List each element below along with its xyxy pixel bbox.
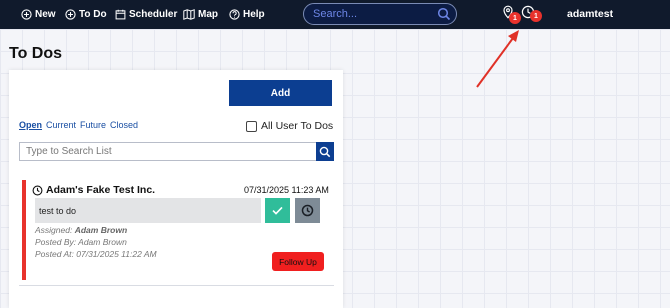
plus-circle-icon bbox=[21, 9, 32, 20]
nav-new-label: New bbox=[35, 9, 56, 20]
todo-company-name[interactable]: Adam's Fake Test Inc. bbox=[46, 184, 155, 196]
nav-scheduler-label: Scheduler bbox=[129, 9, 178, 20]
add-todo-button[interactable]: Add bbox=[229, 80, 332, 106]
filter-open-tab[interactable]: Open bbox=[19, 120, 42, 130]
username[interactable]: adamtest bbox=[567, 8, 613, 20]
posted-at: Posted At: 07/31/2025 11:22 AM bbox=[35, 249, 157, 259]
follow-up-button[interactable]: Follow Up bbox=[272, 252, 324, 271]
reminder-badge: 1 bbox=[530, 10, 542, 22]
status-filter-tabs: Open Current Future Closed bbox=[19, 120, 138, 130]
map-icon bbox=[183, 9, 195, 20]
page-title: To Dos bbox=[9, 45, 63, 62]
complete-todo-button[interactable] bbox=[265, 198, 290, 223]
nav-map-button[interactable]: Map bbox=[183, 0, 218, 29]
nav-todo-label: To Do bbox=[79, 9, 107, 20]
clock-icon bbox=[301, 204, 314, 217]
all-users-checkbox[interactable] bbox=[246, 120, 257, 132]
plus-circle-icon bbox=[65, 9, 76, 20]
all-users-toggle: All User To Dos bbox=[246, 120, 333, 132]
all-users-label: All User To Dos bbox=[261, 120, 334, 132]
nav-scheduler-button[interactable]: Scheduler bbox=[115, 0, 177, 29]
location-badge: 1 bbox=[509, 12, 521, 24]
todo-note-text: test to do bbox=[39, 205, 77, 216]
nav-todo-button[interactable]: To Do bbox=[65, 0, 107, 29]
nav-map-label: Map bbox=[198, 9, 218, 20]
filter-closed-tab[interactable]: Closed bbox=[110, 120, 138, 130]
search-icon[interactable] bbox=[437, 7, 451, 21]
nav-new-button[interactable]: New bbox=[21, 0, 56, 29]
priority-indicator-bar bbox=[22, 180, 26, 280]
todo-datetime: 07/31/2025 11:23 AM bbox=[244, 185, 329, 195]
global-search bbox=[303, 3, 457, 25]
check-icon bbox=[272, 206, 283, 215]
assigned-label: Assigned: bbox=[35, 225, 73, 235]
todo-note: test to do bbox=[35, 198, 261, 223]
red-arrow-annotation bbox=[476, 30, 519, 88]
posted-by: Posted By: Adam Brown bbox=[35, 237, 127, 247]
assigned-to: Adam Brown bbox=[74, 225, 128, 235]
search-icon bbox=[319, 146, 331, 157]
top-nav-bar: New To Do Scheduler Map Help Search... 1… bbox=[0, 0, 670, 29]
global-search-input[interactable] bbox=[313, 8, 433, 20]
snooze-todo-button[interactable] bbox=[295, 198, 320, 223]
calendar-icon bbox=[115, 9, 126, 20]
assigned-line: Assigned: Adam Brown bbox=[35, 225, 127, 235]
nav-help-button[interactable]: Help bbox=[229, 0, 265, 29]
list-search-input[interactable] bbox=[19, 142, 316, 161]
list-divider bbox=[19, 285, 334, 286]
filter-future-tab[interactable]: Future bbox=[80, 120, 106, 130]
help-circle-icon bbox=[229, 9, 240, 20]
clock-icon bbox=[32, 185, 43, 195]
filter-current-tab[interactable]: Current bbox=[46, 120, 76, 130]
list-search-button[interactable] bbox=[316, 142, 334, 161]
nav-help-label: Help bbox=[243, 9, 265, 20]
